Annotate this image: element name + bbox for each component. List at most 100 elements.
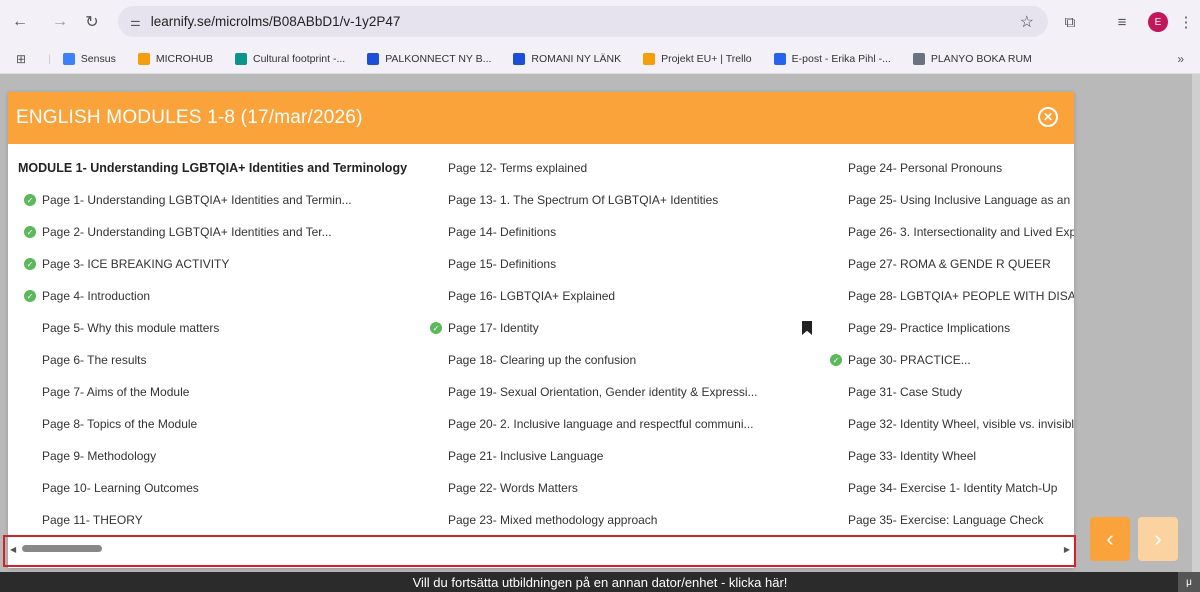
page-link[interactable]: Page 14- Definitions <box>424 216 824 248</box>
bookmark-item[interactable]: E-post - Erika Pihl -... <box>773 52 891 65</box>
bookmark-icon[interactable] <box>802 321 812 335</box>
modal-title: ENGLISH MODULES 1-8 (17/mar/2026) <box>16 107 363 128</box>
page-link[interactable]: Page 31- Case Study <box>824 376 1074 408</box>
page-link[interactable]: Page 22- Words Matters <box>424 472 824 504</box>
page-link[interactable]: Page 18- Clearing up the confusion <box>424 344 824 376</box>
bookmark-label: Projekt EU+ | Trello <box>661 52 752 65</box>
back-icon[interactable]: ← <box>6 8 34 36</box>
annotation-highlight-box <box>3 535 1076 567</box>
page-index: MODULE 1- Understanding LGBTQIA+ Identit… <box>8 152 1074 532</box>
page-link[interactable]: ✓ Page 1- Understanding LGBTQIA+ Identiti… <box>18 184 418 216</box>
close-icon[interactable]: ✕ <box>1038 107 1058 127</box>
address-bar[interactable]: ⚌ learnify.se/microlms/B08ABbD1/v-1y2P47… <box>118 6 1048 37</box>
reading-list-icon[interactable]: ≡ <box>1108 8 1136 36</box>
menu-kebab-icon[interactable]: ⋮ <box>1176 8 1196 36</box>
completed-check-icon: ✓ <box>24 258 36 270</box>
completed-check-icon: ✓ <box>430 322 442 334</box>
banner-corner-badge: μ <box>1178 572 1200 592</box>
bookmark-item[interactable]: Cultural footprint -... <box>235 52 346 65</box>
page-link[interactable]: Page 6- The results <box>18 344 418 376</box>
page-label: Page 19- Sexual Orientation, Gender iden… <box>448 385 758 399</box>
page-link[interactable]: Page 12- Terms explained <box>424 152 824 184</box>
page-link[interactable]: Page 15- Definitions <box>424 248 824 280</box>
forward-icon[interactable]: → <box>46 8 74 36</box>
page-link[interactable]: Page 7- Aims of the Module <box>18 376 418 408</box>
page-label: Page 2- Understanding LGBTQIA+ Identitie… <box>42 225 332 239</box>
page-link[interactable]: Page 34- Exercise 1- Identity Match-Up <box>824 472 1074 504</box>
page-link[interactable]: Page 16- LGBTQIA+ Explained <box>424 280 824 312</box>
page-link[interactable]: Page 24- Personal Pronouns <box>824 152 1074 184</box>
next-page-button[interactable]: › <box>1138 517 1178 561</box>
page-link[interactable]: Page 27- ROMA & GENDE R QUEER <box>824 248 1074 280</box>
apps-grid-icon[interactable]: ⊞ <box>16 52 26 66</box>
reload-icon[interactable]: ↻ <box>78 8 106 36</box>
page-label: Page 35- Exercise: Language Check <box>848 513 1044 527</box>
bookmark-item[interactable]: Projekt EU+ | Trello <box>643 52 752 65</box>
page-vertical-scrollbar[interactable] <box>1192 74 1200 572</box>
page-label: Page 29- Practice Implications <box>848 321 1011 335</box>
bookmark-label: MICROHUB <box>155 52 213 65</box>
page-link[interactable]: ✓ Page 2- Understanding LGBTQIA+ Identiti… <box>18 216 418 248</box>
page-link[interactable]: Page 26- 3. Intersectionality and Lived … <box>824 216 1074 248</box>
previous-page-button[interactable]: ‹ <box>1090 517 1130 561</box>
site-settings-icon[interactable]: ⚌ <box>130 15 141 29</box>
page-link[interactable]: Page 23- Mixed methodology approach <box>424 504 824 536</box>
profile-avatar[interactable]: E <box>1144 8 1172 36</box>
page-link[interactable]: Page 11- THEORY <box>18 504 418 536</box>
bookmarks-more-icon[interactable]: » <box>1177 52 1184 66</box>
page-link[interactable]: ✓ Page 17- Identity <box>424 312 824 344</box>
page-link[interactable]: Page 21- Inclusive Language <box>424 440 824 472</box>
page-column-1: MODULE 1- Understanding LGBTQIA+ Identit… <box>18 152 418 536</box>
page-label: Page 26- 3. Intersectionality and Lived … <box>848 225 1074 239</box>
page-column-2: Page 12- Terms explained Page 13- 1. The … <box>424 152 824 536</box>
page-link[interactable]: Page 29- Practice Implications <box>824 312 1074 344</box>
page-label: Page 34- Exercise 1- Identity Match-Up <box>848 481 1058 495</box>
page-label: Page 13- 1. The Spectrum Of LGBTQIA+ Ide… <box>448 193 719 207</box>
bookmark-label: PALKONNECT NY B... <box>385 52 492 65</box>
page-link[interactable]: Page 5- Why this module matters <box>18 312 418 344</box>
bookmark-label: ROMANI NY LÄNK <box>531 52 622 65</box>
page-label: Page 14- Definitions <box>448 225 557 239</box>
banner-text: Vill du fortsätta utbildningen på en ann… <box>412 574 788 590</box>
page-link[interactable]: Page 33- Identity Wheel <box>824 440 1074 472</box>
page-label: Page 8- Topics of the Module <box>42 417 198 431</box>
page-label: Page 31- Case Study <box>848 385 963 399</box>
continue-other-device-banner[interactable]: Vill du fortsätta utbildningen på en ann… <box>0 572 1200 592</box>
bookmark-list: Sensus MICROHUB Cultural footprint -... PAL… <box>62 52 1054 65</box>
bookmark-favicon-icon <box>643 52 656 65</box>
page-link[interactable]: Page 13- 1. The Spectrum Of LGBTQIA+ Ide… <box>424 184 824 216</box>
page-link[interactable]: Page 32- Identity Wheel, visible vs. inv… <box>824 408 1074 440</box>
page-link[interactable]: ✓ Page 4- Introduction <box>18 280 418 312</box>
bookmark-favicon-icon <box>235 52 247 65</box>
page-label: Page 20- 2. Inclusive language and respe… <box>448 417 754 431</box>
page-label: Page 33- Identity Wheel <box>848 449 977 463</box>
bookmark-favicon-icon <box>367 52 380 65</box>
completed-check-icon: ✓ <box>830 354 842 366</box>
bookmark-item[interactable]: Sensus <box>62 52 116 65</box>
bookmark-label: Cultural footprint -... <box>253 52 346 65</box>
page-link[interactable]: Page 28- LGBTQIA+ PEOPLE WITH DISAI <box>824 280 1074 312</box>
page-link[interactable]: ✓ Page 30- PRACTICE... <box>824 344 1074 376</box>
page-label: Page 22- Words Matters <box>448 481 578 495</box>
bookmark-item[interactable]: PLANYO BOKA RUM <box>912 52 1032 65</box>
page-link[interactable]: Page 9- Methodology <box>18 440 418 472</box>
completed-check-icon: ✓ <box>24 226 36 238</box>
page-link[interactable]: ✓ Page 3- ICE BREAKING ACTIVITY <box>18 248 418 280</box>
page-link[interactable]: Page 35- Exercise: Language Check <box>824 504 1074 536</box>
page-link[interactable]: Page 8- Topics of the Module <box>18 408 418 440</box>
page-label: Page 25- Using Inclusive Language as an <box>848 193 1071 207</box>
browser-toolbar: ← → ↻ ⚌ learnify.se/microlms/B08ABbD1/v-… <box>0 0 1200 44</box>
page-label: MODULE 1- Understanding LGBTQIA+ Identit… <box>18 161 408 175</box>
page-link[interactable]: Page 19- Sexual Orientation, Gender iden… <box>424 376 824 408</box>
page-link[interactable]: Page 25- Using Inclusive Language as an <box>824 184 1074 216</box>
page-link[interactable]: Page 20- 2. Inclusive language and respe… <box>424 408 824 440</box>
page-label: Page 1- Understanding LGBTQIA+ Identitie… <box>42 193 352 207</box>
bookmark-star-icon[interactable]: ☆ <box>1020 12 1034 32</box>
bookmarks-bar: ⊞ | Sensus MICROHUB Cultural footprint -..… <box>0 44 1200 74</box>
bookmark-item[interactable]: PALKONNECT NY B... <box>367 52 492 65</box>
page-link[interactable]: Page 10- Learning Outcomes <box>18 472 418 504</box>
extensions-icon[interactable]: ⧉ <box>1056 8 1084 36</box>
bookmark-item[interactable]: MICROHUB <box>137 52 213 65</box>
bookmark-label: E-post - Erika Pihl -... <box>791 52 891 65</box>
bookmark-item[interactable]: ROMANI NY LÄNK <box>513 52 622 65</box>
